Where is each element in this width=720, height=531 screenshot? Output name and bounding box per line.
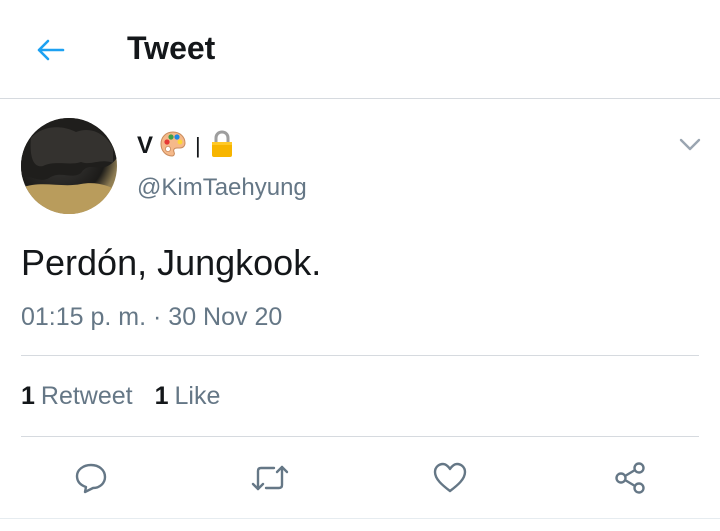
tweet-stats: 1 Retweet 1 Like (21, 382, 220, 411)
share-icon (615, 462, 645, 494)
likes-count: 1 (154, 382, 169, 410)
tweet-timestamp[interactable]: 01:15 p. m. · 30 Nov 20 (21, 303, 282, 332)
name-separator: | (195, 133, 201, 158)
like-button[interactable] (428, 456, 472, 500)
divider (0, 518, 720, 519)
divider (21, 436, 699, 437)
retweets-count: 1 (21, 382, 35, 410)
artist-palette-emoji (159, 130, 187, 163)
retweet-icon (251, 465, 289, 491)
likes-label: Like (174, 382, 221, 410)
share-button[interactable] (608, 456, 652, 500)
tweet-options-button[interactable] (678, 136, 702, 154)
page-title: Tweet (127, 30, 216, 66)
chevron-down-icon (679, 138, 701, 151)
back-button[interactable] (30, 32, 70, 68)
author-name-row[interactable]: V | (137, 129, 235, 163)
lock-emoji (209, 129, 235, 163)
retweets-stat[interactable]: 1 Retweet (21, 382, 133, 411)
reply-button[interactable] (69, 456, 113, 500)
user-handle[interactable]: @KimTaehyung (137, 174, 307, 202)
avatar[interactable] (21, 118, 117, 214)
likes-stat[interactable]: 1 Like (155, 382, 221, 411)
display-name: V (137, 132, 154, 159)
retweets-label: Retweet (40, 382, 133, 410)
retweet-button[interactable] (248, 456, 292, 500)
reply-icon (75, 463, 107, 494)
top-bar: Tweet (0, 0, 720, 99)
action-bar (0, 456, 720, 500)
arrow-left-icon (37, 39, 65, 61)
divider (21, 355, 699, 356)
avatar-image (21, 118, 117, 214)
tweet-text: Perdón, Jungkook. (21, 242, 322, 283)
heart-icon (433, 462, 467, 493)
